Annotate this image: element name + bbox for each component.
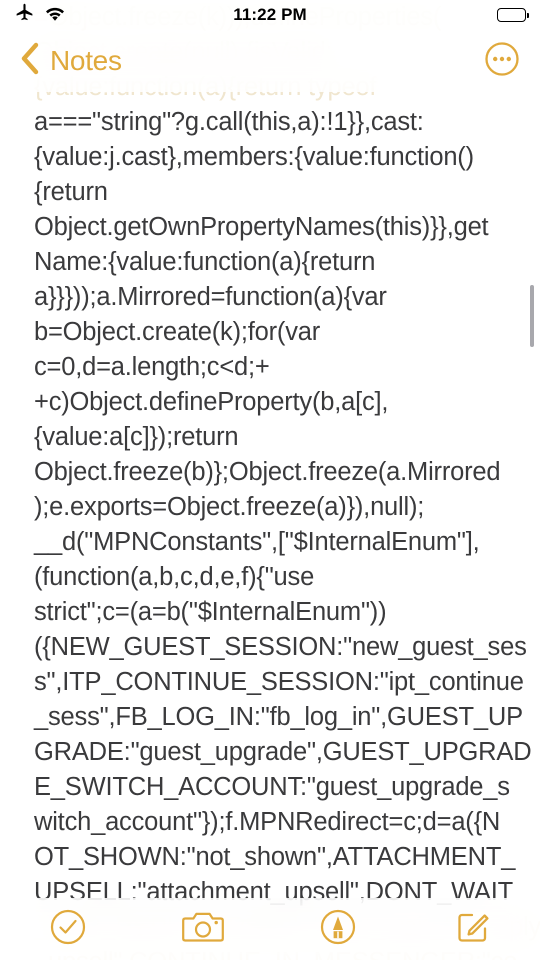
note-line: {value:a[c]});return: [34, 423, 239, 451]
checkmark-circle-icon: [49, 908, 87, 951]
status-time: 11:22 PM: [233, 5, 307, 24]
status-bar-clock: 11:22 PM: [233, 5, 307, 25]
status-bar: 11:22 PM: [0, 0, 540, 30]
notes-app-screen: =Object.freeze(k))),defineProperties( Ob…: [0, 0, 540, 960]
note-line: GRADE:"guest_upgrade",GUEST_UPGRAD: [34, 738, 532, 766]
note-line: strict";c=(a=b("$InternalEnum")): [34, 598, 387, 626]
markup-button[interactable]: [270, 898, 405, 960]
back-button-label: Notes: [50, 45, 122, 76]
vertical-scrollbar[interactable]: [530, 285, 534, 347]
note-line: b=Object.create(k);for(var: [34, 318, 321, 346]
status-bar-left: [14, 2, 233, 28]
bottom-toolbar: [0, 898, 540, 960]
camera-button[interactable]: [135, 898, 270, 960]
checklist-button[interactable]: [0, 898, 135, 960]
note-line: a==="string"?g.call(this,a):!1}},cast:: [34, 108, 424, 136]
airplane-mode-icon: [14, 2, 35, 28]
note-line: OT_SHOWN:"not_shown",ATTACHMENT_: [34, 843, 516, 871]
note-line: (function(a,b,c,d,e,f){"use: [34, 563, 315, 591]
note-line: a}}}));a.Mirrored=function(a){var: [34, 283, 387, 311]
note-body-scroll-view[interactable]: =Object.freeze(k))),defineProperties( Ob…: [0, 0, 540, 960]
note-line: Object.getOwnPropertyNames(this)}},get: [34, 213, 489, 241]
navigation-bar: Notes: [0, 30, 540, 92]
note-line: {return: [34, 178, 108, 206]
note-line: witch_account"});f.MPNRedirect=c;d=a({N: [34, 808, 501, 836]
note-line: );e.exports=Object.freeze(a)}),null);: [34, 493, 425, 521]
note-line: +c)Object.defineProperty(b,a[c],: [34, 388, 389, 416]
note-line: s",ITP_CONTINUE_SESSION:"ipt_continue: [34, 668, 524, 696]
compose-icon: [454, 908, 492, 951]
note-line: Name:{value:function(a){return: [34, 248, 376, 276]
note-text-content[interactable]: a==="string"?g.call(this,a):!1}},cast: {…: [34, 105, 532, 910]
wifi-icon: [44, 3, 66, 28]
note-line: Object.freeze(b)};Object.freeze(a.Mirror…: [34, 458, 501, 486]
note-line: {value:j.cast},members:{value:function(): [34, 143, 474, 171]
compose-button[interactable]: [405, 898, 540, 960]
camera-icon: [181, 909, 224, 950]
note-line: E_SWITCH_ACCOUNT:"guest_upgrade_s: [34, 773, 510, 801]
back-to-notes-button[interactable]: Notes: [20, 42, 484, 80]
battery-icon: [497, 8, 530, 22]
note-line: c=0,d=a.length;c<d;+: [34, 353, 270, 381]
markup-pen-icon: [319, 908, 357, 951]
note-line: __d("MPNConstants",["$InternalEnum"],: [34, 528, 480, 556]
note-line: _sess",FB_LOG_IN:"fb_log_in",GUEST_UP: [34, 703, 523, 731]
note-line: ({NEW_GUEST_SESSION:"new_guest_ses: [34, 633, 527, 661]
status-bar-right: [307, 8, 530, 22]
more-options-button[interactable]: [484, 41, 520, 82]
chevron-left-icon: [20, 42, 40, 80]
